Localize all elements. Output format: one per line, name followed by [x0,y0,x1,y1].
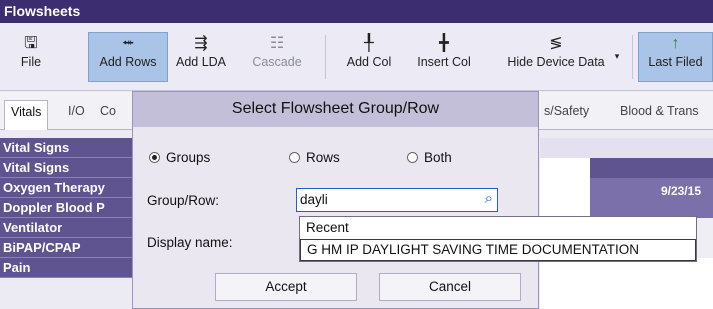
radio-rows-label: Rows [306,150,340,165]
radio-both-dot [407,152,418,163]
toolbar-separator [632,35,633,79]
sidebar-item[interactable]: BiPAP/CPAP [0,238,135,258]
sidebar-item[interactable]: Pain [0,258,135,278]
radio-rows[interactable]: Rows [289,150,340,165]
sidebar-item[interactable]: Doppler Blood P [0,198,135,218]
group-row-label: Group/Row: [147,193,220,208]
radio-groups-dot [149,152,160,163]
group-sidebar: Vital Signs Vital Signs Oxygen Therapy D… [0,138,135,309]
group-row-value: dayli [300,192,328,207]
accept-button[interactable]: Accept [215,273,357,301]
radio-rows-dot [289,152,300,163]
hide-device-data-button[interactable]: ≶ Hide Device Data [486,33,626,83]
hide-device-data-dropdown-icon[interactable]: ▾ [610,51,624,65]
cascade-button[interactable]: ☷ Cascade [237,33,317,83]
add-lda-icon: ⇶ [194,35,208,52]
accept-label: Accept [265,279,307,294]
toolbar-separator [325,35,326,79]
suggestion-item[interactable]: Recent [300,217,696,239]
cascade-icon: ☷ [269,35,285,52]
sidebar-item[interactable]: Oxygen Therapy [0,178,135,198]
add-col-label: Add Col [346,55,392,69]
add-rows-label: Add Rows [99,55,157,69]
cancel-button[interactable]: Cancel [379,273,521,301]
cascade-label: Cascade [252,55,302,69]
column-date[interactable]: 9/23/15 [590,178,713,218]
grid-header-band [590,158,713,178]
radio-both[interactable]: Both [407,150,452,165]
window-title: Flowsheets [0,0,713,23]
display-name-label: Display name: [147,235,233,250]
add-col-icon: ╀ [364,35,374,52]
hide-device-data-label: Hide Device Data [507,55,605,69]
add-lda-button[interactable]: ⇶ Add LDA [172,33,230,83]
add-rows-icon: ⭺ [121,35,135,52]
radio-groups[interactable]: Groups [149,150,210,165]
save-icon: 🖫 [24,35,38,52]
search-icon[interactable]: ⌕ [485,190,493,207]
sidebar-item[interactable]: Vital Signs [0,158,135,178]
sidebar-item[interactable]: Ventilator [0,218,135,238]
last-filed-button[interactable]: ↑ Last Filed [638,32,713,82]
toolbar: 🖫 File ⭺ Add Rows ⇶ Add LDA ☷ Cascade ╀ … [0,23,713,91]
tab-vitals[interactable]: Vitals [4,100,49,130]
suggestion-item[interactable]: G HM IP DAYLIGHT SAVING TIME DOCUMENTATI… [300,239,696,261]
insert-col-button[interactable]: ╋ Insert Col [406,33,482,83]
insert-col-icon: ╋ [439,35,449,52]
add-col-button[interactable]: ╀ Add Col [338,33,400,83]
tab-io[interactable]: I/O [68,104,85,118]
group-row-suggestions: Recent G HM IP DAYLIGHT SAVING TIME DOCU… [299,216,697,262]
sidebar-item[interactable]: Vital Signs [0,138,135,158]
add-lda-label: Add LDA [175,55,227,69]
insert-col-label: Insert Col [417,55,471,69]
file-label: File [20,55,42,69]
tab-co[interactable]: Co [100,104,116,118]
grid-header-band [540,138,713,158]
tab-safety[interactable]: s/Safety [544,104,589,118]
cancel-label: Cancel [428,279,472,294]
radio-groups-label: Groups [166,150,211,165]
last-filed-icon: ↑ [671,35,680,52]
select-flowsheet-dialog: Select Flowsheet Group/Row Groups Rows B… [132,91,539,309]
tab-blood-trans[interactable]: Blood & Trans [620,104,699,118]
last-filed-label: Last Filed [648,55,703,69]
dialog-title: Select Flowsheet Group/Row [133,92,538,127]
add-rows-button[interactable]: ⭺ Add Rows [88,32,168,82]
group-row-input[interactable]: dayli ⌕ [296,188,498,212]
file-button[interactable]: 🖫 File [8,33,54,83]
radio-both-label: Both [424,150,452,165]
hide-device-data-icon: ≶ [549,35,563,52]
